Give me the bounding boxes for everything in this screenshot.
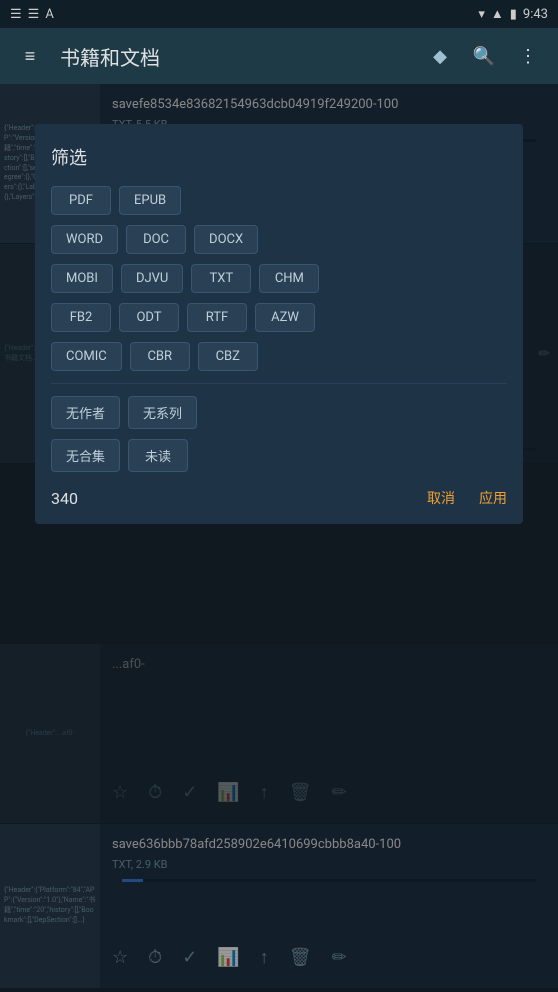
filter-chip-azw[interactable]: AZW	[255, 303, 315, 332]
filter-chip-chm[interactable]: CHM	[259, 264, 319, 293]
filter-formats-row-3: MOBI DJVU TXT CHM	[51, 264, 507, 293]
notification-icon-3: A	[45, 7, 53, 22]
filter-divider	[51, 383, 507, 384]
filter-chip-cbz[interactable]: CBZ	[198, 342, 258, 371]
filter-chip-rtf[interactable]: RTF	[187, 303, 247, 332]
filter-formats-row-5: COMIC CBR CBZ	[51, 342, 507, 371]
status-bar: ☰ ☰ A ▾ ▲ ▮ 9:43	[0, 0, 558, 28]
filter-formats-row-2: WORD DOC DOCX	[51, 225, 507, 254]
filter-chip-pdf[interactable]: PDF	[51, 186, 111, 215]
notification-icon-1: ☰	[10, 7, 22, 22]
search-button[interactable]: 🔍	[470, 42, 498, 70]
status-right-icons: ▾ ▲ ▮ 9:43	[478, 6, 548, 22]
time-display: 9:43	[523, 7, 548, 22]
filter-cancel-button[interactable]: 取消	[427, 488, 455, 508]
filter-count: 340	[51, 489, 78, 508]
wifi-icon: ▾	[478, 7, 485, 22]
filter-dialog-title: 筛选	[51, 144, 507, 170]
filter-chip-epub[interactable]: EPUB	[119, 186, 181, 215]
signal-icon: ▲	[491, 6, 504, 22]
diamond-icon: ◆	[433, 46, 447, 67]
filter-footer: 340 取消 应用	[51, 488, 507, 508]
filter-action-buttons: 取消 应用	[427, 488, 507, 508]
filter-formats-row-4: FB2 ODT RTF AZW	[51, 303, 507, 332]
more-button[interactable]: ⋮	[514, 42, 542, 70]
filter-chip-txt[interactable]: TXT	[191, 264, 251, 293]
filter-chip-odt[interactable]: ODT	[119, 303, 179, 332]
notification-icon-2: ☰	[28, 7, 40, 22]
filter-chip-djvu[interactable]: DJVU	[121, 264, 183, 293]
filter-chip-comic[interactable]: COMIC	[51, 342, 122, 371]
filter-dialog: 筛选 PDF EPUB WORD DOC DOCX MOBI DJVU TXT …	[35, 124, 523, 524]
filter-formats-row-1: PDF EPUB	[51, 186, 507, 215]
menu-button[interactable]: ≡	[16, 42, 44, 70]
more-icon: ⋮	[519, 46, 537, 67]
filter-chip-fb2[interactable]: FB2	[51, 303, 111, 332]
diamond-button[interactable]: ◆	[426, 42, 454, 70]
filter-chip-no-author[interactable]: 无作者	[51, 396, 120, 429]
filter-extra-row-1: 无作者 无系列	[51, 396, 507, 429]
filter-chip-word[interactable]: WORD	[51, 225, 118, 254]
search-icon: 🔍	[473, 46, 495, 67]
filter-chip-no-series[interactable]: 无系列	[128, 396, 197, 429]
filter-chip-doc[interactable]: DOC	[126, 225, 186, 254]
main-content: {"Header":{"Platform":"84","APP":"Versio…	[0, 84, 558, 992]
filter-chip-unread[interactable]: 未读	[128, 439, 188, 472]
battery-icon: ▮	[510, 7, 517, 22]
filter-chip-mobi[interactable]: MOBI	[51, 264, 113, 293]
filter-chip-cbr[interactable]: CBR	[130, 342, 190, 371]
filter-chip-no-collection[interactable]: 无合集	[51, 439, 120, 472]
menu-icon: ≡	[25, 46, 36, 67]
page-title: 书籍和文档	[60, 42, 410, 71]
status-left-icons: ☰ ☰ A	[10, 7, 54, 22]
filter-extra-row-2: 无合集 未读	[51, 439, 507, 472]
filter-apply-button[interactable]: 应用	[479, 488, 507, 508]
filter-chip-docx[interactable]: DOCX	[194, 225, 258, 254]
app-bar: ≡ 书籍和文档 ◆ 🔍 ⋮	[0, 28, 558, 84]
